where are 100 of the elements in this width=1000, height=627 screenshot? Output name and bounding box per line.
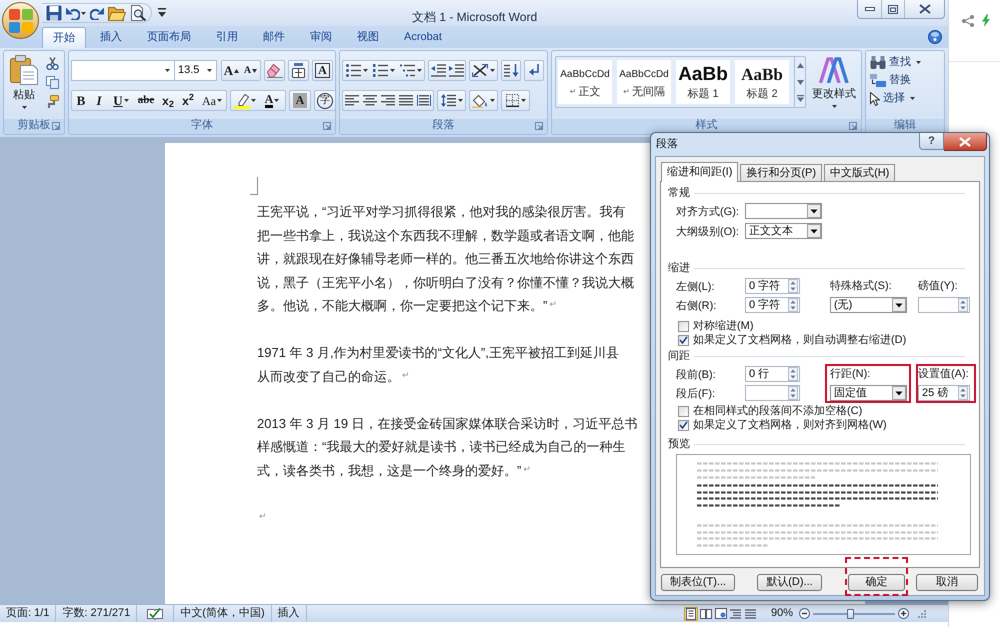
zoom-slider[interactable] <box>813 608 895 620</box>
caret-icon <box>520 99 526 102</box>
style-item[interactable]: AaBb 标题 1 <box>676 60 730 104</box>
replace-icon <box>870 74 886 87</box>
zoom-out-icon <box>799 608 810 619</box>
slider-thumb[interactable] <box>846 608 854 618</box>
print-preview-button[interactable] <box>130 5 146 21</box>
copy-button[interactable] <box>46 75 59 89</box>
change-case-button[interactable]: Aa <box>198 91 226 110</box>
shrink-font-button[interactable]: A <box>241 61 260 80</box>
italic-button[interactable]: I <box>90 91 108 110</box>
ribbon-tab[interactable]: 引用 <box>205 27 249 48</box>
caret-icon <box>124 99 129 102</box>
help-button[interactable]: ? <box>919 133 944 150</box>
ribbon-tab[interactable]: 视图 <box>346 27 390 48</box>
ribbon-tab[interactable]: 页面布局 <box>136 27 202 48</box>
ribbon-tab[interactable]: Acrobat <box>393 27 453 48</box>
enclose-character-button[interactable]: 字 <box>315 91 335 110</box>
save-button[interactable] <box>46 5 62 21</box>
share-icon[interactable] <box>962 14 974 26</box>
style-item[interactable]: AaBbCcDd ↵ 无间隔 <box>617 60 671 104</box>
change-styles-button[interactable]: 更改样式 <box>810 56 858 108</box>
numbering-button[interactable] <box>370 61 397 80</box>
dropdown[interactable]: 正文文本 <box>745 223 822 239</box>
underline-button[interactable]: U <box>108 91 134 110</box>
checkbox[interactable] <box>678 320 689 332</box>
highlight-button[interactable] <box>231 91 259 110</box>
strikethrough-button[interactable]: abe <box>134 91 158 110</box>
document-text: 1971 年 3 月,作为村里爱读书的“文化人”,王宪平被招工到延川县 <box>257 344 619 362</box>
style-item[interactable]: AaBbCcDd ↵ 正文 <box>558 60 612 104</box>
view-button[interactable] <box>698 606 713 620</box>
zoom-in-button[interactable] <box>898 608 909 619</box>
view-button[interactable] <box>684 606 698 620</box>
dropdown[interactable] <box>745 203 822 219</box>
format-painter-button[interactable] <box>46 94 59 108</box>
dialog-button[interactable]: 确定 <box>848 574 905 591</box>
ribbon-tab[interactable]: 插入 <box>89 27 133 48</box>
spin-box[interactable]: 0 行 <box>745 366 800 382</box>
checkbox-label: 对称缩进(M) <box>693 318 754 334</box>
section-heading: 缩进 <box>668 260 690 276</box>
dialog-button[interactable]: 制表位(T)... <box>661 574 735 591</box>
grow-font-button[interactable]: A <box>222 61 241 80</box>
customize-toolbar-button[interactable] <box>158 8 168 17</box>
font-name-field[interactable] <box>71 60 175 81</box>
find-button[interactable]: 查找 <box>870 55 944 70</box>
ribbon-tab[interactable]: 审阅 <box>299 27 343 48</box>
caret-icon <box>832 105 836 108</box>
view-button[interactable] <box>728 606 743 620</box>
paste-button[interactable]: 粘贴 <box>6 55 42 117</box>
redo-button[interactable] <box>90 6 104 20</box>
close-button[interactable] <box>944 133 987 151</box>
dropdown[interactable]: (无) <box>830 297 907 313</box>
dialog-button[interactable]: 取消 <box>916 574 978 591</box>
character-shading-button[interactable]: A <box>290 91 310 110</box>
superscript-button[interactable]: x$^{2}$ <box>178 91 198 110</box>
subscript-button[interactable]: x$_{2}$ <box>158 91 178 110</box>
undo-button[interactable] <box>66 6 86 20</box>
style-item[interactable]: AaBb 标题 2 <box>735 60 789 104</box>
bold-button[interactable]: B <box>72 91 90 110</box>
lightning-icon[interactable] <box>982 14 990 27</box>
open-book-icon <box>700 608 712 618</box>
paintbrush-icon <box>46 94 59 108</box>
align-right-icon <box>381 95 395 106</box>
ribbon-tab[interactable]: 邮件 <box>252 27 296 48</box>
globe-page-icon <box>714 608 727 619</box>
checkbox[interactable] <box>678 420 689 430</box>
dialog-tab[interactable]: 缩进和间距(I) <box>661 162 738 182</box>
checkbox[interactable] <box>678 406 689 416</box>
ribbon-tab[interactable]: 开始 <box>42 27 86 48</box>
replace-button[interactable]: 替换 <box>870 73 944 88</box>
character-border-button[interactable]: A <box>313 61 332 80</box>
view-button[interactable] <box>714 606 728 620</box>
open-button[interactable] <box>108 6 126 20</box>
font-color-button[interactable]: A <box>259 91 285 110</box>
dialog-launcher-button[interactable] <box>849 122 857 130</box>
view-button[interactable] <box>744 606 758 620</box>
help-button[interactable] <box>928 30 942 44</box>
dropdown[interactable]: 固定值 <box>830 385 907 401</box>
field-label: 磅值(Y): <box>918 278 958 294</box>
line-spacing-icon <box>440 94 456 107</box>
spin-box[interactable]: 0 字符 <box>745 278 800 294</box>
zoom-out-button[interactable] <box>799 608 810 619</box>
select-button[interactable]: 选择 <box>870 91 944 106</box>
spin-arrows-icon <box>958 386 968 400</box>
caret-icon <box>274 99 280 102</box>
scissors-icon <box>46 56 59 70</box>
dialog-tab[interactable]: 中文版式(H) <box>824 164 896 182</box>
dialog-button[interactable]: 默认(D)... <box>757 574 822 591</box>
spin-box[interactable]: 0 字符 <box>745 297 800 313</box>
checkbox[interactable] <box>678 334 689 346</box>
dialog-tab[interactable]: 换行和分页(P) <box>740 164 822 182</box>
bullets-button[interactable] <box>343 61 370 80</box>
redo-icon <box>90 6 104 20</box>
cut-button[interactable] <box>46 56 59 70</box>
group-label: 段落 <box>432 119 454 131</box>
paragraph-mark: ↵ <box>402 370 410 382</box>
document-text: 多。他说，不能大概啊，你一定要把这个记下来。” <box>257 297 548 315</box>
font-size-field[interactable]: 13.5 <box>174 60 217 81</box>
spin-box[interactable]: 25 磅 <box>918 385 970 401</box>
more-arrow-icon <box>796 95 804 102</box>
